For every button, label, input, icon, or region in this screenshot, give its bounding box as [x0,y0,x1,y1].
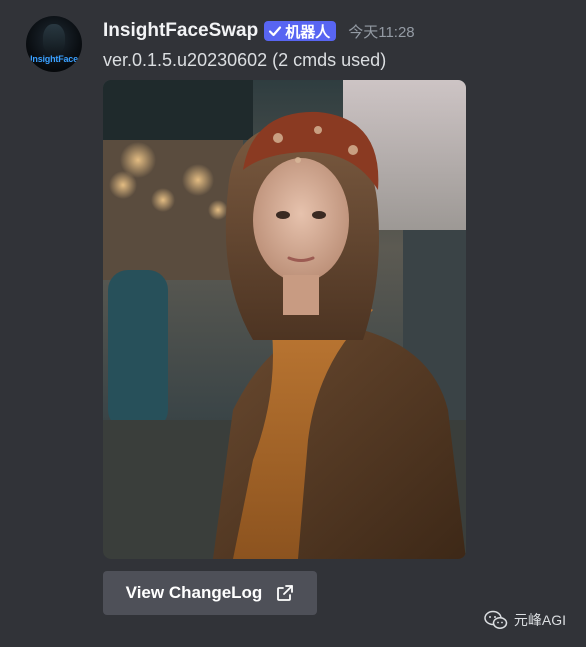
watermark: 元峰AGI [484,610,566,630]
photo-attachment[interactable] [103,80,466,559]
view-changelog-button[interactable]: View ChangeLog [103,571,317,615]
portrait-photo [103,80,466,559]
message-text: ver.0.1.5.u20230602 (2 cmds used) [103,50,387,70]
avatar[interactable]: InsightFace [26,16,82,72]
bot-tag-label: 机器人 [285,23,331,41]
timestamp: 今天11:28 [348,23,415,41]
watermark-text: 元峰AGI [513,612,566,628]
avatar-face-graphic [43,24,65,54]
message-header: InsightFaceSwap 机器人 今天11:28 [103,18,415,44]
avatar-logo-text: InsightFace [30,54,78,64]
view-changelog-label: View ChangeLog [125,583,263,602]
external-link-icon [277,585,294,601]
bot-tag: 机器人 [264,21,337,41]
username[interactable]: InsightFaceSwap [103,20,258,42]
chat-message: InsightFace InsightFaceSwap 机器人 今天11:28 … [0,0,586,647]
check-icon [269,26,282,37]
wechat-icon [484,610,508,629]
